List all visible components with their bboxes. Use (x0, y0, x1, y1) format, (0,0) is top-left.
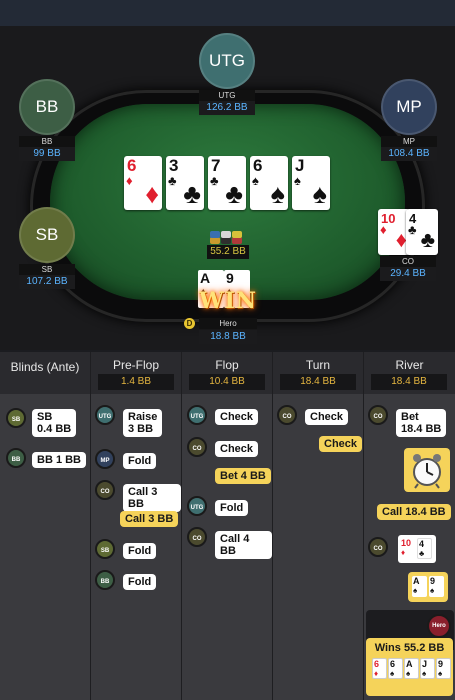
street-title: Blinds (Ante) (10, 360, 80, 374)
seat-mp-avatar: MP (381, 79, 437, 135)
position-badge-hero: Hero (427, 614, 451, 638)
street-title: River (395, 358, 424, 372)
position-badge-bb: BB (95, 570, 115, 590)
top-bar (0, 0, 455, 26)
action-bubble: Fold (123, 453, 157, 469)
seat-sb-avatar: SB (19, 207, 75, 263)
position-badge-bb: BB (6, 448, 26, 468)
position-badge-utg: UTG (95, 405, 115, 425)
board-card-4: 6 ♠ ♠ (250, 156, 288, 210)
seat-utg-name: UTG (199, 90, 255, 101)
winner-amount: Wins 55.2 BB (374, 642, 445, 654)
hero-action-bubble: Bet 4 BB (215, 468, 271, 484)
action-bubble: Fold (123, 574, 157, 590)
action-bubble: Check (305, 409, 349, 425)
action-bubble: Check (215, 441, 259, 457)
seat-sb[interactable]: SB SB 107.2 BB (17, 207, 77, 289)
seat-bb-avatar: BB (19, 79, 75, 135)
seat-utg-stack: 126.2 BB (199, 101, 255, 115)
winning-card-2: 6 ♠ (388, 658, 403, 679)
action-bubble: SB 0.4 BB (32, 409, 77, 437)
board-card-1: 6 ♦ ♦ (124, 156, 162, 210)
street-column-river: River 18.4 BB CO Bet 18.4 BB Call 18.4 B… (364, 352, 455, 700)
street-column-blinds: Blinds (Ante) SB SB 0.4 BB BB BB 1 BB (0, 352, 91, 700)
board-card-2: 3 ♣ ♣ (166, 156, 204, 210)
position-badge-utg: UTG (187, 496, 207, 516)
hero-action-bubble: Call 3 BB (120, 511, 179, 527)
position-badge-co: CO (368, 537, 388, 557)
action-bubble: BB 1 BB (32, 452, 87, 468)
street-title: Flop (215, 358, 239, 372)
street-header-turn: Turn 18.4 BB (273, 352, 363, 394)
position-badge-utg: UTG (187, 405, 207, 425)
position-badge-sb: SB (6, 408, 26, 428)
street-column-flop: Flop 10.4 BB UTG Check CO Check Bet 4 BB… (182, 352, 273, 700)
seat-co-name: CO (380, 256, 436, 267)
position-badge-co: CO (368, 405, 388, 425)
street-header-flop: Flop 10.4 BB (182, 352, 272, 394)
action-bubble: Raise 3 BB (123, 409, 163, 437)
seat-bb[interactable]: BB BB 99 BB (17, 79, 77, 161)
street-header-river: River 18.4 BB (364, 352, 455, 394)
win-banner: WIN (198, 288, 258, 314)
hero-showdown-cards: A ♠ 9 ♠ (408, 572, 448, 602)
action-bubble: Fold (123, 543, 157, 559)
pot-amount: 55.2 BB (207, 245, 249, 259)
action-bubble: Call 4 BB (215, 531, 272, 559)
board-card-3: 7 ♣ ♣ (208, 156, 246, 210)
alarm-clock-icon (404, 448, 450, 492)
street-title: Pre-Flop (112, 358, 159, 372)
action-bubble: Fold (215, 500, 249, 516)
winning-card-4: J ♠ (420, 658, 435, 679)
street-header-preflop: Pre-Flop 1.4 BB (91, 352, 181, 394)
co-showdown-card-2: 4 ♣ (417, 538, 432, 559)
position-badge-co: CO (95, 480, 115, 500)
position-badge-co: CO (187, 527, 207, 547)
seat-mp-stack: 108.4 BB (381, 147, 437, 161)
action-bubble: Check (215, 409, 259, 425)
seat-bb-name: BB (19, 136, 75, 147)
street-column-turn: Turn 18.4 BB CO Check Check (273, 352, 364, 700)
hero-name: Hero (199, 318, 257, 329)
winning-card-1: 6 ♦ (372, 658, 387, 679)
street-pot: 18.4 BB (371, 374, 447, 390)
seat-sb-stack: 107.2 BB (19, 275, 75, 289)
winning-card-5: 9 ♠ (436, 658, 451, 679)
seat-co[interactable]: CO 29.4 BB (378, 243, 438, 281)
action-bubble: Bet 18.4 BB (396, 409, 447, 437)
street-title: Turn (305, 358, 331, 372)
street-pot: 10.4 BB (189, 374, 265, 390)
hero-action-bubble: Call 18.4 BB (377, 504, 451, 520)
dealer-button-icon: D (184, 318, 195, 329)
street-header-blinds: Blinds (Ante) (0, 352, 90, 394)
position-badge-co: CO (187, 437, 207, 457)
hand-history-panel: Blinds (Ante) SB SB 0.4 BB BB BB 1 BB Pr… (0, 352, 455, 700)
seat-sb-name: SB (19, 264, 75, 275)
action-bubble: Call 3 BB (123, 484, 181, 512)
hero-action-bubble: Check (319, 436, 363, 452)
hero-showdown-card-2: 9 ♠ (429, 576, 444, 597)
position-badge-mp: MP (95, 449, 115, 469)
street-column-preflop: Pre-Flop 1.4 BB UTG Raise 3 BB MP Fold C… (91, 352, 182, 700)
position-badge-co: CO (277, 405, 297, 425)
seat-utg-avatar: UTG (199, 33, 255, 89)
hero-showdown-card-1: A ♠ (412, 576, 427, 597)
co-showdown-cards: 10 ♦ 4 ♣ (398, 535, 436, 563)
seat-co-stack: 29.4 BB (380, 267, 436, 281)
position-badge-sb: SB (95, 539, 115, 559)
board-card-5: J ♠ ♠ (292, 156, 330, 210)
seat-mp[interactable]: MP MP 108.4 BB (379, 79, 439, 161)
seat-bb-stack: 99 BB (19, 147, 75, 161)
street-pot: 18.4 BB (280, 374, 356, 390)
winning-card-3: A ♠ (404, 658, 419, 679)
street-pot: 1.4 BB (98, 374, 174, 390)
seat-mp-name: MP (381, 136, 437, 147)
co-showdown-card-1: 10 ♦ (400, 538, 415, 559)
winner-summary: Wins 55.2 BB 6 ♦ 6 ♠ A ♠ J ♠ 9 ♠ (366, 638, 453, 696)
hero-stack: 18.8 BB (199, 330, 257, 344)
seat-utg[interactable]: UTG UTG 126.2 BB (197, 33, 257, 115)
